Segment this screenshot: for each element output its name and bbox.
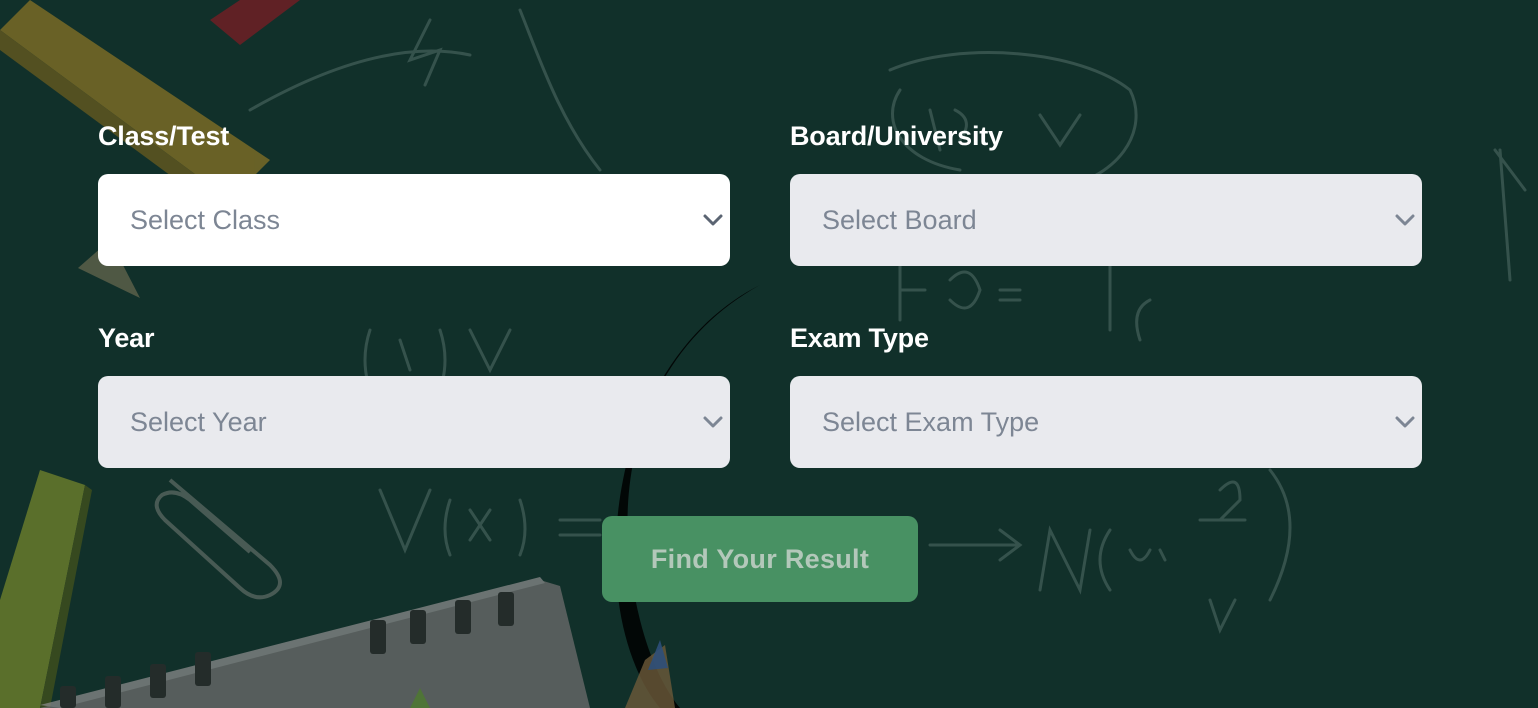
board-university-label: Board/University — [790, 121, 1003, 151]
chevron-down-icon — [703, 416, 723, 428]
result-search-page: Class/Test Select Class Board/University… — [0, 0, 1538, 708]
select-exam-type-placeholder: Select Exam Type — [822, 407, 1040, 437]
select-year-dropdown[interactable]: Select Year — [98, 376, 730, 468]
select-class-placeholder: Select Class — [130, 205, 281, 235]
select-year-placeholder: Select Year — [130, 407, 267, 437]
select-board-placeholder: Select Board — [822, 205, 977, 235]
find-your-result-button[interactable]: Find Your Result — [602, 516, 918, 602]
class-test-label: Class/Test — [98, 121, 230, 151]
exam-type-label: Exam Type — [790, 323, 929, 353]
select-class-dropdown[interactable]: Select Class — [98, 174, 730, 266]
select-board-dropdown[interactable]: Select Board — [790, 174, 1422, 266]
chevron-down-icon — [1395, 214, 1415, 226]
select-exam-type-dropdown[interactable]: Select Exam Type — [790, 376, 1422, 468]
year-label: Year — [98, 323, 155, 353]
chevron-down-icon — [703, 214, 723, 226]
chevron-down-icon — [1395, 416, 1415, 428]
